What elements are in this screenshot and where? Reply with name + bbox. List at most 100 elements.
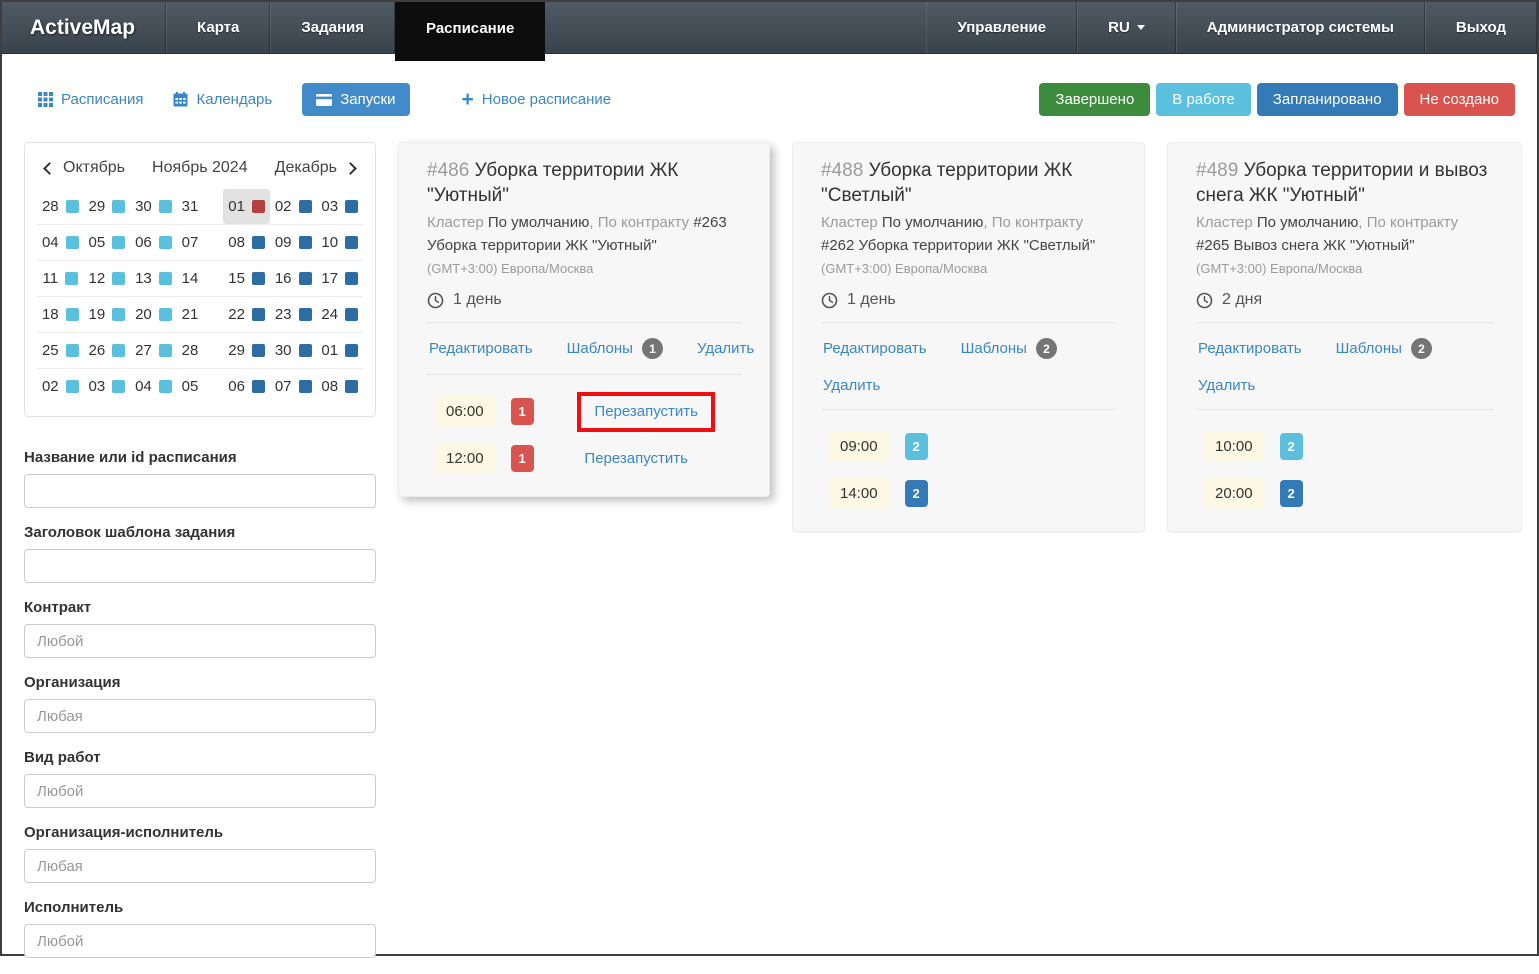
new-schedule-link[interactable]: + Новое расписание <box>462 91 612 108</box>
status-filter-button[interactable]: Не создано <box>1404 83 1515 116</box>
status-filter-button[interactable]: Запланировано <box>1257 83 1398 116</box>
filter-input[interactable] <box>24 849 376 883</box>
calendar-day-marker-icon <box>112 380 125 393</box>
nav-menu-item[interactable]: Выход <box>1425 2 1537 53</box>
view-launches-link[interactable]: Запуски <box>302 83 409 116</box>
calendar-day-cell[interactable]: 27 <box>130 333 177 368</box>
calendar-day-cell[interactable]: 28 <box>37 189 84 224</box>
nav-menu-item[interactable]: Управление <box>926 2 1077 53</box>
launch-count-badge[interactable]: 2 <box>905 480 928 507</box>
calendar-day-cell[interactable]: 08 <box>316 369 363 404</box>
calendar-day-cell[interactable]: 14 <box>177 261 224 296</box>
calendar-day-cell[interactable]: 28 <box>177 333 224 368</box>
nav-menu-item[interactable]: Администратор системы <box>1176 2 1425 53</box>
edit-link[interactable]: Редактировать <box>1198 340 1302 357</box>
top-navbar: ActiveMap Карта Задания Расписание Управ… <box>2 2 1537 54</box>
edit-link[interactable]: Редактировать <box>429 340 533 357</box>
nav-tab[interactable]: Карта <box>166 2 270 53</box>
filter-input[interactable] <box>24 624 376 658</box>
calendar-day-cell[interactable]: 11 <box>37 261 84 296</box>
filter-input[interactable] <box>24 549 376 583</box>
app-logo[interactable]: ActiveMap <box>2 2 166 53</box>
calendar-day-cell[interactable]: 31 <box>177 189 224 224</box>
templates-link[interactable]: Шаблоны <box>1336 340 1402 357</box>
calendar-day-cell[interactable]: 04 <box>130 369 177 404</box>
calendar-day-cell[interactable]: 03 <box>84 369 131 404</box>
calendar-day-cell[interactable]: 06 <box>130 225 177 260</box>
launch-time-chip[interactable]: 10:00 <box>1204 431 1264 462</box>
calendar-day-cell[interactable]: 01 <box>316 333 363 368</box>
calendar-day-cell[interactable]: 21 <box>177 297 224 332</box>
calendar-day-cell[interactable]: 08 <box>223 225 270 260</box>
calendar-day-cell[interactable]: 15 <box>223 261 270 296</box>
calendar-day-number: 22 <box>228 306 245 323</box>
launch-count-badge[interactable]: 1 <box>511 398 534 425</box>
next-month-button[interactable]: Декабрь <box>275 159 355 177</box>
launch-time-chip[interactable]: 20:00 <box>1204 478 1264 509</box>
calendar-day-cell[interactable]: 04 <box>37 225 84 260</box>
launch-count-badge[interactable]: 2 <box>1280 480 1303 507</box>
launch-time-chip[interactable]: 14:00 <box>829 478 889 509</box>
view-schedules-link[interactable]: Расписания <box>38 91 143 108</box>
status-filter-button[interactable]: Завершено <box>1039 83 1150 116</box>
filter-input[interactable] <box>24 699 376 733</box>
calendar-day-cell[interactable]: 07 <box>270 369 317 404</box>
launch-time-chip[interactable]: 09:00 <box>829 431 889 462</box>
prev-month-button[interactable]: Октябрь <box>45 159 125 177</box>
calendar-day-cell[interactable]: 06 <box>223 369 270 404</box>
calendar-day-cell[interactable]: 07 <box>177 225 224 260</box>
calendar-day-cell[interactable]: 22 <box>223 297 270 332</box>
calendar-day-marker-icon <box>66 236 79 249</box>
restart-link[interactable]: Перезапустить <box>584 450 688 467</box>
calendar-day-cell[interactable]: 25 <box>37 333 84 368</box>
calendar-day-cell[interactable]: 20 <box>130 297 177 332</box>
card-actions: Редактировать Шаблоны 2 <box>821 336 1116 361</box>
calendar-day-cell[interactable]: 24 <box>316 297 363 332</box>
calendar-day-cell[interactable]: 03 <box>316 189 363 224</box>
delete-link[interactable]: Удалить <box>1198 377 1255 394</box>
calendar-day-cell[interactable]: 26 <box>84 333 131 368</box>
delete-link[interactable]: Удалить <box>697 340 754 357</box>
card-title: #486 Уборка территории ЖК "Уютный" <box>427 159 741 208</box>
filter-input[interactable] <box>24 474 376 508</box>
launch-time-chip[interactable]: 12:00 <box>435 443 495 474</box>
calendar-day-cell[interactable]: 05 <box>177 369 224 404</box>
calendar-day-cell[interactable]: 09 <box>270 225 317 260</box>
launch-count-badge[interactable]: 1 <box>511 445 534 472</box>
launch-count-badge[interactable]: 2 <box>905 433 928 460</box>
filter-input[interactable] <box>24 774 376 808</box>
calendar-day-cell[interactable]: 29 <box>84 189 131 224</box>
view-calendar-link[interactable]: Календарь <box>173 91 272 108</box>
nav-menu-item[interactable]: RU <box>1077 2 1176 53</box>
calendar-day-cell[interactable]: 01 <box>223 189 270 224</box>
nav-tab-label: Задания <box>301 19 364 36</box>
calendar-day-cell[interactable]: 05 <box>84 225 131 260</box>
calendar-day-cell[interactable]: 23 <box>270 297 317 332</box>
calendar-day-cell[interactable]: 12 <box>84 261 131 296</box>
calendar-day-cell[interactable]: 29 <box>223 333 270 368</box>
calendar-day-cell[interactable]: 30 <box>130 189 177 224</box>
launch-count-badge[interactable]: 2 <box>1280 433 1303 460</box>
filter-input[interactable] <box>24 924 376 958</box>
calendar-day-marker-icon <box>112 344 125 357</box>
calendar-day-cell[interactable]: 02 <box>37 369 84 404</box>
calendar-day-cell[interactable]: 17 <box>316 261 363 296</box>
nav-tab[interactable]: Расписание <box>395 2 545 61</box>
calendar-day-cell[interactable]: 16 <box>270 261 317 296</box>
delete-link[interactable]: Удалить <box>823 377 880 394</box>
templates-link[interactable]: Шаблоны <box>567 340 633 357</box>
calendar-day-cell[interactable]: 19 <box>84 297 131 332</box>
templates-link[interactable]: Шаблоны <box>961 340 1027 357</box>
calendar-day-cell[interactable]: 30 <box>270 333 317 368</box>
edit-link[interactable]: Редактировать <box>823 340 927 357</box>
calendar-day-cell[interactable]: 18 <box>37 297 84 332</box>
nav-tab[interactable]: Задания <box>270 2 395 53</box>
calendar-day-cell[interactable]: 13 <box>130 261 177 296</box>
status-filter-button[interactable]: В работе <box>1156 83 1251 116</box>
calendar-day-cell[interactable]: 02 <box>270 189 317 224</box>
calendar-icon <box>173 92 188 107</box>
launch-time-chip[interactable]: 06:00 <box>435 396 495 427</box>
caret-down-icon <box>1137 25 1145 30</box>
calendar-day-cell[interactable]: 10 <box>316 225 363 260</box>
restart-link[interactable]: Перезапустить <box>594 403 698 420</box>
